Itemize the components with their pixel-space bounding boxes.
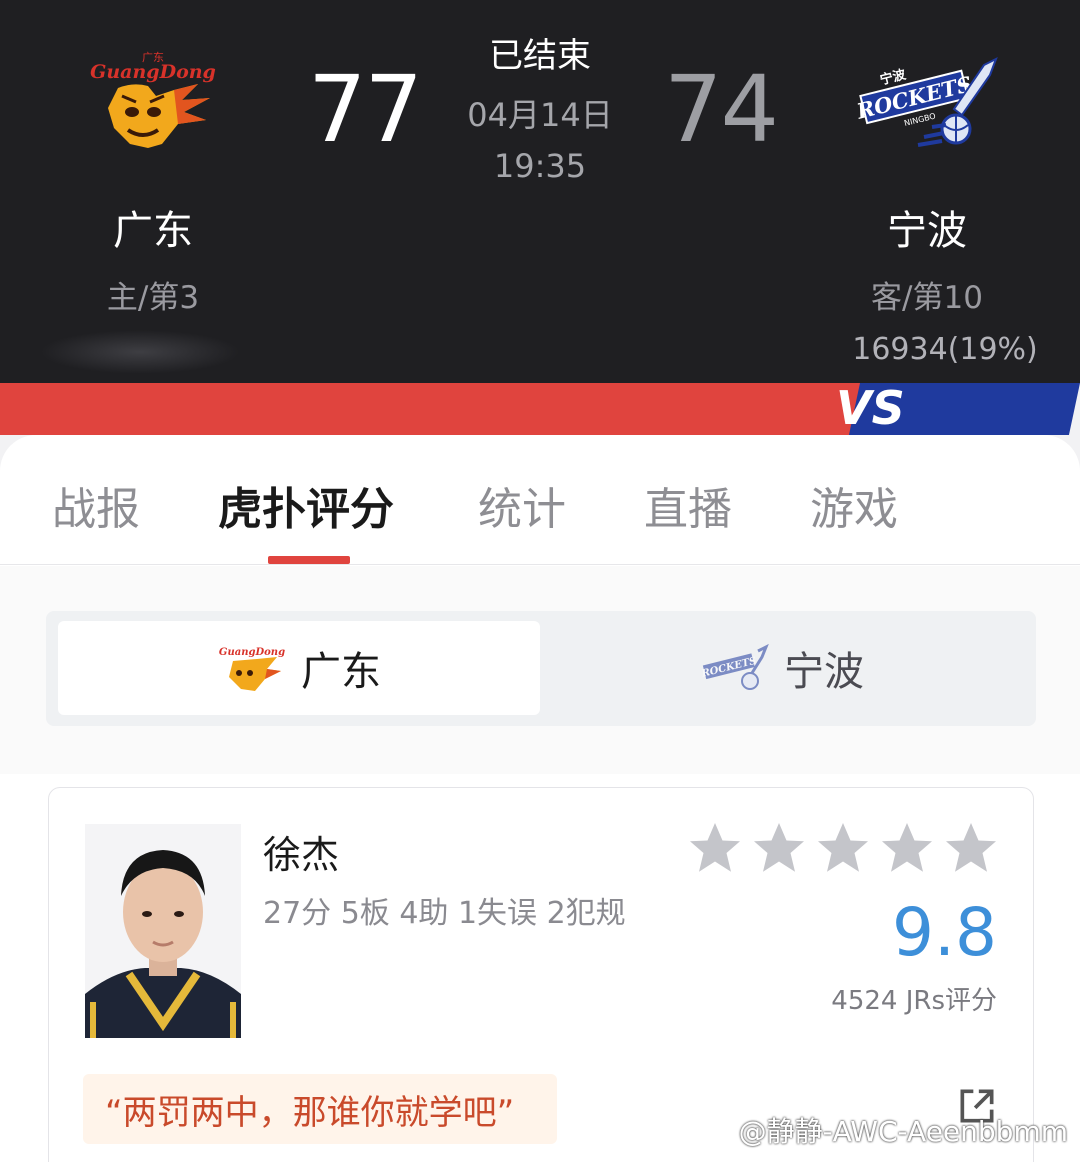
tab-live[interactable]: 直播 (644, 473, 732, 537)
vs-label: VS (836, 383, 905, 435)
match-header: 广东 GuangDong 广东 主/第3 77 已结束 04月14日 19:35… (0, 0, 1080, 383)
ningbo-rockets-logo[interactable]: ROCKETS 宁波 NINGBO (852, 45, 1002, 155)
team-switch-home[interactable]: GuangDong 广东 (58, 621, 540, 715)
team-switch-away[interactable]: ROCKETS 宁波 (540, 621, 1024, 715)
tab-games[interactable]: 游戏 (810, 473, 898, 537)
team-switch-away-label: 宁波 (784, 649, 864, 695)
tab-report[interactable]: 战报 (52, 473, 140, 537)
away-team-name: 宁波 (887, 208, 967, 254)
match-date: 04月14日 (467, 96, 613, 134)
tab-hupu-rating[interactable]: 虎扑评分 (218, 473, 394, 537)
team-switch: GuangDong 广东 ROCKETS 宁波 (46, 611, 1036, 726)
home-support-blurred (40, 330, 240, 374)
main-panel: 战报 虎扑评分 统计 直播 游戏 GuangDong 广东 ROCKETS 宁波… (0, 435, 1080, 1162)
player-rating-score: 9.8 (892, 894, 997, 971)
top-comment-quote[interactable]: “两罚两中，那谁你就学吧” (83, 1074, 557, 1144)
rating-count: 4524 JRs评分 (831, 986, 997, 1016)
star-icon[interactable] (877, 818, 937, 878)
star-icon[interactable] (685, 818, 745, 878)
home-team-rank: 主/第3 (106, 280, 200, 316)
tab-stats[interactable]: 统计 (478, 473, 566, 537)
svg-text:GuangDong: GuangDong (219, 647, 285, 658)
match-time: 19:35 (493, 147, 587, 185)
weibo-watermark: @静静-AWC-Aeenbbmm (738, 1115, 1068, 1148)
rating-stars[interactable] (685, 818, 1001, 878)
away-support-count: 16934(19%) (852, 332, 1038, 367)
star-icon[interactable] (941, 818, 1001, 878)
guangdong-logo[interactable]: 广东 GuangDong (78, 48, 228, 153)
svg-text:NINGBO: NINGBO (903, 111, 936, 128)
team-switch-home-label: 广东 (301, 649, 381, 695)
vs-banner: VS (0, 383, 1080, 435)
away-score: 74 (664, 56, 779, 163)
away-team-rank: 客/第10 (871, 280, 983, 316)
player-rating-card[interactable]: 徐杰 27分 5板 4助 1失误 2犯规 9.8 4524 JRs评分 “两罚两… (48, 787, 1034, 1162)
player-name: 徐杰 (263, 833, 340, 877)
home-team-name: 广东 (113, 208, 193, 254)
ningbo-mini-logo: ROCKETS (700, 643, 769, 690)
svg-text:GuangDong: GuangDong (90, 61, 216, 83)
player-stat-line: 27分 5板 4助 1失误 2犯规 (263, 896, 626, 931)
guangdong-mini-logo: GuangDong (219, 647, 285, 691)
home-color-bar (0, 383, 870, 435)
star-icon[interactable] (749, 818, 809, 878)
tab-bar: 战报 虎扑评分 统计 直播 游戏 (0, 435, 1080, 565)
player-photo[interactable] (85, 824, 241, 1038)
star-icon[interactable] (813, 818, 873, 878)
active-tab-indicator (268, 556, 350, 564)
home-score: 77 (308, 56, 423, 163)
match-status: 已结束 (489, 36, 591, 76)
